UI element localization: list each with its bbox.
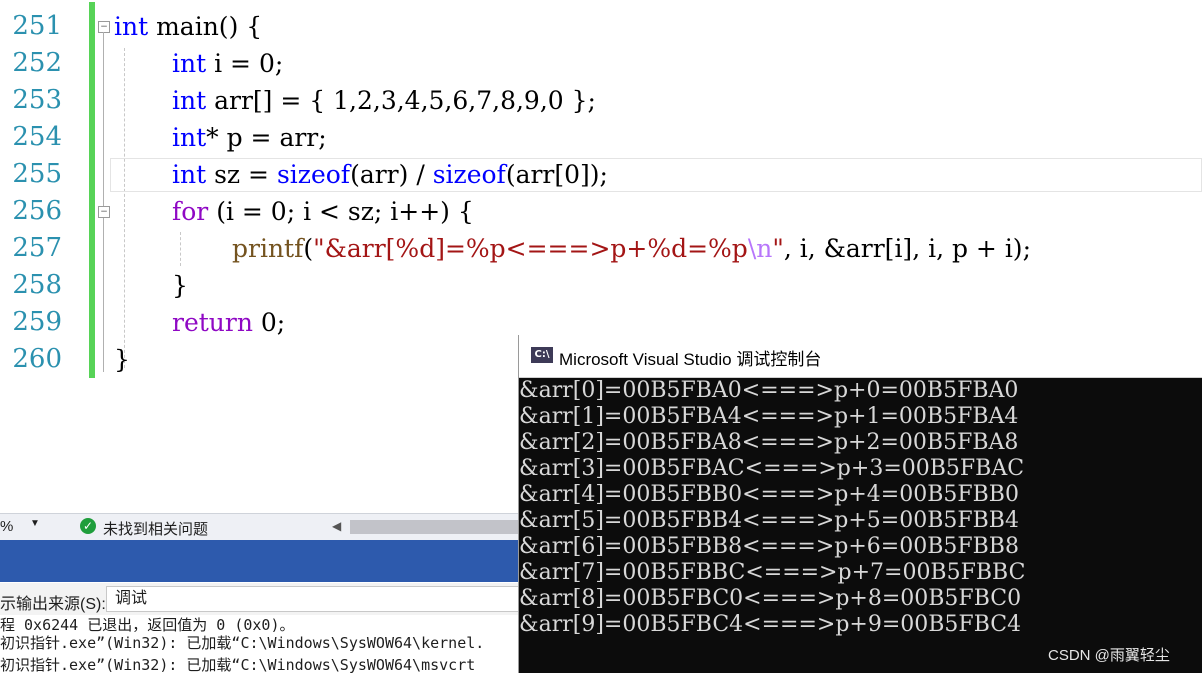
console-title: Microsoft Visual Studio 调试控制台 (559, 350, 822, 369)
line-number: 259 (12, 307, 62, 337)
check-circle-icon: ✓ (80, 518, 96, 534)
keyword: return (172, 308, 253, 337)
console-line: &arr[3]=00B5FBAC<===>p+3=00B5FBAC (519, 456, 1025, 481)
indent-guide (180, 232, 181, 266)
editor-status-bar: % ▼ ✓ 未找到相关问题 ◀ (0, 513, 520, 540)
console-line: &arr[7]=00B5FBBC<===>p+7=00B5FBBC (519, 560, 1026, 585)
fold-guide (103, 32, 104, 372)
watermark: CSDN @雨翼轻尘 (1048, 647, 1170, 664)
line-number: 254 (12, 122, 62, 152)
code-text: ( (303, 234, 314, 263)
code-line-257: printf("&arr[%d]=%p<===>p+%d=%p\n", i, &… (232, 230, 1031, 267)
code-text: sz = (206, 160, 277, 189)
code-line-255: int sz = sizeof(arr) / sizeof(arr[0]); (172, 156, 608, 193)
keyword: sizeof (276, 160, 351, 189)
code-text: i = 0; (206, 49, 284, 78)
line-number: 255 (12, 159, 62, 189)
output-line: 初识指针.exe”(Win32): 已加载“C:\Windows\SysWOW6… (0, 634, 485, 652)
code-line-260: } (114, 341, 130, 378)
console-line: &arr[4]=00B5FBB0<===>p+4=00B5FBB0 (519, 482, 1019, 507)
debug-console-window[interactable]: C:\ Microsoft Visual Studio 调试控制台 &arr[0… (518, 335, 1202, 673)
code-line-256: for (i = 0; i < sz; i++) { (172, 193, 474, 230)
console-line: &arr[6]=00B5FBB8<===>p+6=00B5FBB8 (519, 534, 1019, 559)
output-source-select[interactable]: 调试 (106, 586, 520, 612)
line-number: 256 (12, 196, 62, 226)
line-number: 257 (12, 233, 62, 263)
console-line: &arr[8]=00B5FBC0<===>p+8=00B5FBC0 (519, 586, 1022, 611)
chevron-down-icon[interactable]: ▼ (30, 518, 40, 529)
line-number: 258 (12, 270, 62, 300)
string-literal: "&arr[%d]=%p<===>p+%d=%p (313, 234, 748, 263)
keyword: int (172, 49, 207, 78)
output-source-label: 示输出来源(S): (0, 596, 106, 613)
code-line-259: return 0; (172, 304, 285, 341)
console-line: &arr[1]=00B5FBA4<===>p+1=00B5FBA4 (519, 404, 1019, 429)
code-line-254: int* p = arr; (172, 119, 327, 156)
output-line: 初识指针.exe”(Win32): 已加载“C:\Windows\SysWOW6… (0, 656, 476, 674)
code-text: (i = 0; i < sz; i++) { (208, 197, 474, 226)
collapse-icon[interactable]: − (98, 21, 110, 33)
code-text: arr[] = { 1,2,3,4,5,6,7,8,9,0 }; (206, 86, 596, 115)
zoom-level[interactable]: % (0, 518, 13, 535)
horizontal-scrollbar[interactable] (350, 520, 520, 534)
line-number: 260 (12, 344, 62, 374)
code-text: (arr) / (350, 160, 433, 189)
code-text: * p = arr; (206, 123, 327, 152)
console-title-bar[interactable]: C:\ Microsoft Visual Studio 调试控制台 (519, 335, 1202, 378)
issues-status[interactable]: 未找到相关问题 (103, 518, 208, 539)
code-text: main() { (148, 12, 263, 41)
code-text: } (114, 345, 130, 374)
function-name: printf (232, 234, 304, 263)
code-text: , i, &arr[i], i, p + i); (783, 234, 1031, 263)
collapse-icon[interactable]: − (98, 206, 110, 218)
code-editor[interactable]: 251 252 253 254 255 256 257 258 259 260 … (0, 0, 1202, 390)
keyword: int (172, 123, 207, 152)
string-literal: " (772, 234, 784, 263)
line-number: 251 (12, 11, 62, 41)
console-line: &arr[9]=00B5FBC4<===>p+9=00B5FBC4 (519, 612, 1022, 637)
keyword: int (172, 86, 207, 115)
code-line-253: int arr[] = { 1,2,3,4,5,6,7,8,9,0 }; (172, 82, 596, 119)
code-line-252: int i = 0; (172, 45, 283, 82)
keyword: int (114, 12, 149, 41)
output-panel-header (0, 540, 520, 582)
line-number: 253 (12, 85, 62, 115)
console-line: &arr[5]=00B5FBB4<===>p+5=00B5FBB4 (519, 508, 1019, 533)
keyword: sizeof (432, 160, 506, 189)
indent-guide (124, 48, 125, 368)
code-text: 0; (252, 308, 286, 337)
keyword: for (172, 197, 209, 226)
code-line-258: } (172, 267, 188, 304)
keyword: int (172, 160, 207, 189)
console-app-icon: C:\ (531, 347, 553, 363)
code-text: } (172, 271, 188, 300)
output-source-row: 示输出来源(S): 调试 (0, 583, 520, 615)
code-line-251: int main() { (114, 8, 262, 45)
console-line: &arr[2]=00B5FBA8<===>p+2=00B5FBA8 (519, 430, 1019, 455)
change-tracking-bar (89, 2, 95, 378)
line-number: 252 (12, 48, 62, 78)
console-line: &arr[0]=00B5FBA0<===>p+0=00B5FBA0 (519, 378, 1019, 403)
escape-sequence: \n (747, 234, 773, 263)
code-text: (arr[0]); (505, 160, 608, 189)
scroll-left-icon[interactable]: ◀ (332, 519, 341, 533)
